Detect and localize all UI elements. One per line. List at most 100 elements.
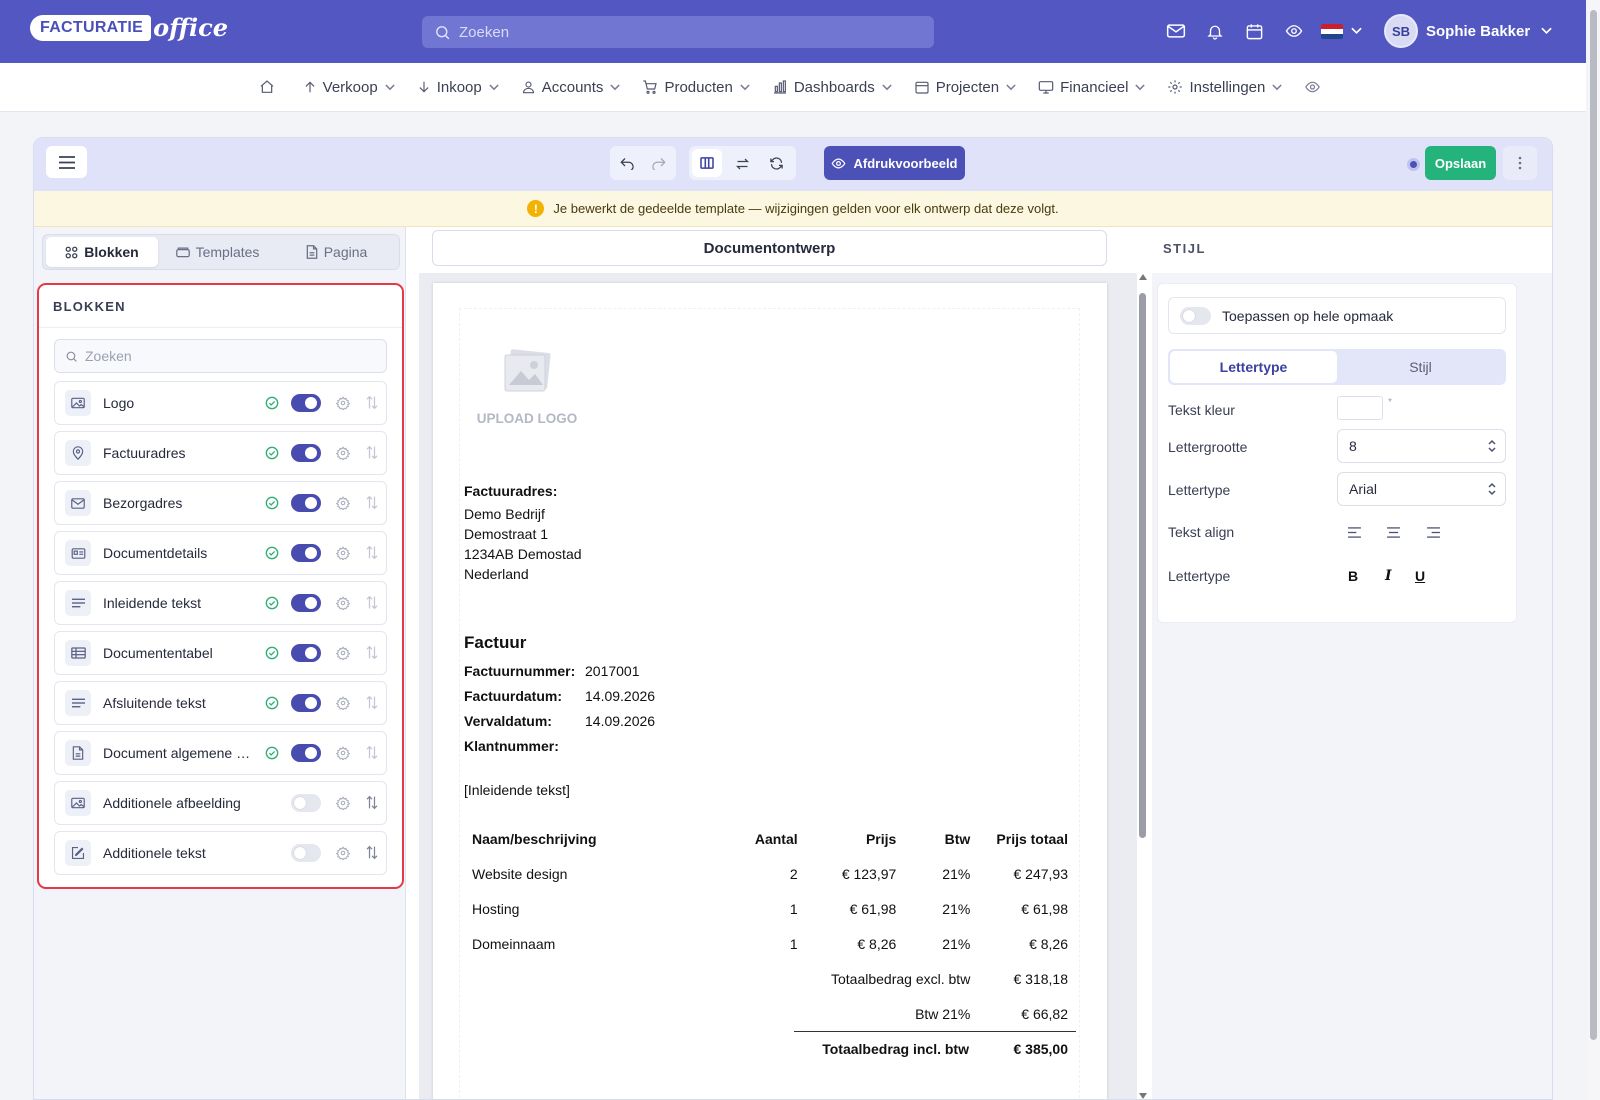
tab-stijl[interactable]: Stijl (1337, 351, 1504, 383)
undo-icon[interactable] (620, 157, 635, 170)
block-toggle[interactable] (291, 494, 321, 512)
block-item[interactable]: Inleidende tekst (54, 581, 387, 625)
upload-logo-area[interactable]: UPLOAD LOGO (473, 345, 581, 426)
block-item[interactable]: Factuuradres (54, 431, 387, 475)
eye-icon[interactable] (1284, 22, 1304, 40)
nav-inkoop[interactable]: Inkoop (417, 79, 499, 96)
text-color-picker[interactable] (1337, 396, 1383, 420)
calendar-icon[interactable] (1245, 22, 1264, 41)
drag-sort-icon[interactable] (365, 495, 379, 510)
save-button[interactable]: Opslaan (1425, 146, 1496, 180)
drag-sort-icon[interactable] (365, 695, 379, 710)
bell-icon[interactable] (1206, 22, 1224, 41)
document-details-block[interactable]: Factuurnummer: 2017001 Factuurdatum: 14.09… (464, 661, 655, 761)
align-right-icon[interactable] (1427, 527, 1440, 538)
block-item[interactable]: Afsluitende tekst (54, 681, 387, 725)
font-size-stepper[interactable]: 8 (1337, 429, 1506, 463)
nav-financieel[interactable]: Financieel (1038, 79, 1146, 96)
gear-icon[interactable] (336, 796, 350, 810)
canvas-scroll-thumb[interactable] (1139, 293, 1146, 838)
nav-home[interactable] (259, 79, 281, 95)
block-item[interactable]: Documententabel (54, 631, 387, 675)
redo-icon[interactable] (651, 157, 666, 170)
block-toggle[interactable] (291, 694, 321, 712)
block-toggle[interactable] (291, 644, 321, 662)
menu-button[interactable] (46, 146, 87, 178)
more-options-button[interactable] (1503, 146, 1537, 180)
drag-sort-icon[interactable] (365, 795, 379, 810)
chevron-down-icon (882, 83, 892, 90)
blocks-search[interactable]: Zoeken (54, 339, 387, 373)
block-toggle[interactable] (291, 844, 321, 862)
user-menu[interactable]: SB Sophie Bakker (1384, 14, 1552, 48)
global-search[interactable] (422, 16, 934, 48)
font-family-select[interactable]: Arial (1337, 472, 1506, 506)
drag-sort-icon[interactable] (365, 595, 379, 610)
underline-button[interactable]: U (1415, 568, 1425, 584)
columns-view-button[interactable] (692, 149, 722, 177)
print-preview-button[interactable]: Afdrukvoorbeeld (824, 146, 965, 180)
nav-producten[interactable]: Producten (642, 79, 750, 96)
nav-instellingen[interactable]: Instellingen (1167, 79, 1283, 96)
align-left-icon[interactable] (1348, 527, 1361, 538)
refresh-icon[interactable] (769, 156, 784, 171)
italic-button[interactable]: I (1385, 568, 1392, 584)
gear-icon[interactable] (336, 746, 350, 760)
gear-icon[interactable] (336, 546, 350, 560)
nav-projecten[interactable]: Projecten (914, 79, 1016, 96)
nav-preview[interactable] (1304, 79, 1327, 95)
nav-verkoop[interactable]: Verkoop (303, 79, 395, 96)
nav-accounts[interactable]: Accounts (521, 79, 621, 96)
gear-icon[interactable] (336, 596, 350, 610)
gear-icon[interactable] (336, 496, 350, 510)
drag-sort-icon[interactable] (365, 845, 379, 860)
tab-lettertype[interactable]: Lettertype (1170, 351, 1337, 383)
bold-button[interactable]: B (1348, 568, 1358, 584)
block-item[interactable]: Bezorgadres (54, 481, 387, 525)
billing-address-block[interactable]: Factuuradres: Demo Bedrijf Demostraat 1 … (464, 481, 582, 584)
language-flag-icon[interactable] (1321, 24, 1343, 39)
document-table[interactable]: Naam/beschrijving Aantal Prijs Btw Prijs tot… (464, 821, 1076, 1066)
block-toggle[interactable] (291, 444, 321, 462)
drag-sort-icon[interactable] (365, 545, 379, 560)
tab-templates[interactable]: Templates (158, 237, 277, 267)
block-item[interactable]: Document algemene v... (54, 731, 387, 775)
scroll-up-icon[interactable] (1139, 274, 1147, 280)
tab-pagina[interactable]: Pagina (277, 237, 396, 267)
scroll-down-icon[interactable] (1139, 1093, 1147, 1099)
block-item[interactable]: Additionele tekst (54, 831, 387, 875)
gear-icon[interactable] (336, 646, 350, 660)
drag-sort-icon[interactable] (365, 645, 379, 660)
block-toggle[interactable] (291, 744, 321, 762)
block-item[interactable]: Documentdetails (54, 531, 387, 575)
image-icon (65, 390, 91, 416)
nav-dashboards[interactable]: Dashboards (772, 79, 892, 96)
toggle-switch[interactable] (1180, 306, 1211, 325)
block-item[interactable]: Logo (54, 381, 387, 425)
swap-icon[interactable] (735, 157, 750, 171)
block-toggle[interactable] (291, 794, 321, 812)
app-logo[interactable]: FACTURATIE office (30, 13, 228, 42)
chevron-down-icon[interactable] (1351, 27, 1362, 35)
gear-icon[interactable] (336, 846, 350, 860)
page-scroll-thumb[interactable] (1590, 10, 1597, 1040)
gear-icon[interactable] (336, 446, 350, 460)
mail-icon[interactable] (1166, 22, 1186, 40)
block-toggle[interactable] (291, 394, 321, 412)
intro-text-block[interactable]: [Inleidende tekst] (464, 780, 570, 800)
gear-icon[interactable] (336, 696, 350, 710)
canvas-scrollbar[interactable] (1137, 273, 1149, 1099)
drag-sort-icon[interactable] (365, 745, 379, 760)
page-scrollbar[interactable] (1588, 0, 1600, 1100)
block-item[interactable]: Additionele afbeelding (54, 781, 387, 825)
tab-blokken[interactable]: Blokken (46, 237, 158, 267)
gear-icon[interactable] (336, 396, 350, 410)
drag-sort-icon[interactable] (365, 445, 379, 460)
apply-to-all-toggle[interactable]: Toepassen op hele opmaak (1168, 297, 1506, 334)
block-toggle[interactable] (291, 594, 321, 612)
block-toggle[interactable] (291, 544, 321, 562)
chevron-down-icon (384, 83, 395, 90)
drag-sort-icon[interactable] (365, 395, 379, 410)
global-search-input[interactable] (459, 23, 899, 41)
align-center-icon[interactable] (1387, 527, 1400, 538)
